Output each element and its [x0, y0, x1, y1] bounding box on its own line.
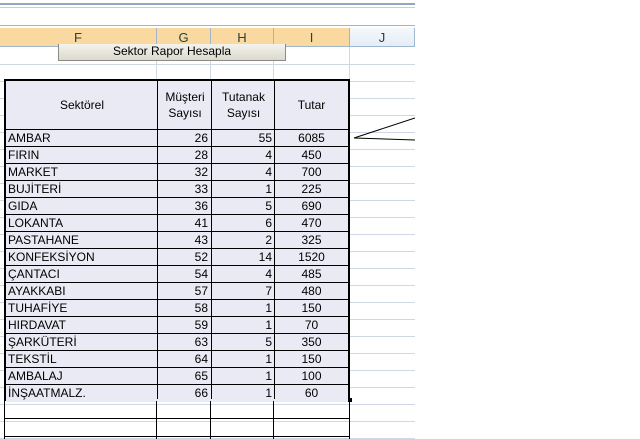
tutar-cell[interactable]: 150: [275, 300, 348, 317]
spreadsheet-area[interactable]: F G H I J Sektor Rapor Hesapla Sektörel …: [0, 0, 415, 439]
header-musteri-sayisi[interactable]: Müşteri Sayısı: [158, 81, 212, 129]
musteri-cell[interactable]: 64: [158, 351, 208, 368]
tutanak-cell[interactable]: 1: [212, 300, 272, 317]
musteri-cell[interactable]: 58: [158, 300, 208, 317]
sector-cell[interactable]: AMBAR: [8, 130, 154, 147]
table-row[interactable]: KONFEKSİYON 52 14 1520: [6, 249, 348, 266]
tutar-cell[interactable]: 70: [275, 317, 348, 334]
tutar-cell[interactable]: 150: [275, 351, 348, 368]
musteri-cell[interactable]: 52: [158, 249, 208, 266]
sector-cell[interactable]: AMBALAJ: [8, 368, 154, 385]
sector-cell[interactable]: KONFEKSİYON: [8, 249, 154, 266]
musteri-cell[interactable]: 41: [158, 215, 208, 232]
header-tutanak-sayisi[interactable]: Tutanak Sayısı: [212, 81, 275, 129]
musteri-cell[interactable]: 26: [158, 130, 208, 147]
sector-cell[interactable]: ŞARKÜTERİ: [8, 334, 154, 351]
sector-cell[interactable]: TEKSTİL: [8, 351, 154, 368]
tutar-cell[interactable]: 1520: [275, 249, 348, 266]
tutar-cell[interactable]: 690: [275, 198, 348, 215]
tutanak-cell[interactable]: 5: [212, 334, 272, 351]
sector-cell[interactable]: PASTAHANE: [8, 232, 154, 249]
sector-cell[interactable]: TUHAFİYE: [8, 300, 154, 317]
sector-cell[interactable]: LOKANTA: [8, 215, 154, 232]
tutar-cell[interactable]: 485: [275, 266, 348, 283]
table-row[interactable]: AMBAR 26 55 6085: [6, 130, 348, 147]
tutanak-cell[interactable]: 1: [212, 181, 272, 198]
sector-cell[interactable]: İNŞAATMALZ.: [8, 385, 154, 402]
tutar-cell[interactable]: 450: [275, 147, 348, 164]
musteri-cell[interactable]: 28: [158, 147, 208, 164]
callout-line: [353, 117, 415, 141]
header-tutar[interactable]: Tutar: [275, 81, 348, 129]
musteri-cell[interactable]: 36: [158, 198, 208, 215]
tutanak-cell[interactable]: 4: [212, 164, 272, 181]
table-row[interactable]: İNŞAATMALZ. 66 1 60: [6, 385, 348, 402]
musteri-cell[interactable]: 43: [158, 232, 208, 249]
sector-cell[interactable]: MARKET: [8, 164, 154, 181]
tutanak-cell[interactable]: 6: [212, 215, 272, 232]
table-row[interactable]: BUJİTERİ 33 1 225: [6, 181, 348, 198]
table-row[interactable]: AMBALAJ 65 1 100: [6, 368, 348, 385]
ribbon-edge: [0, 0, 415, 28]
sector-cell[interactable]: HIRDAVAT: [8, 317, 154, 334]
tutanak-cell[interactable]: 1: [212, 317, 272, 334]
header-sektorel[interactable]: Sektörel: [6, 81, 158, 129]
tutanak-cell[interactable]: 7: [212, 283, 272, 300]
tutanak-cell[interactable]: 5: [212, 198, 272, 215]
tutar-cell[interactable]: 325: [275, 232, 348, 249]
table-row[interactable]: TUHAFİYE 58 1 150: [6, 300, 348, 317]
tutar-cell[interactable]: 6085: [275, 130, 348, 147]
tutar-cell[interactable]: 470: [275, 215, 348, 232]
musteri-cell[interactable]: 65: [158, 368, 208, 385]
tutanak-cell[interactable]: 4: [212, 147, 272, 164]
tutar-cell[interactable]: 225: [275, 181, 348, 198]
musteri-cell[interactable]: 66: [158, 385, 208, 402]
musteri-cell[interactable]: 63: [158, 334, 208, 351]
tutanak-cell[interactable]: 14: [212, 249, 272, 266]
musteri-cell[interactable]: 59: [158, 317, 208, 334]
table-row[interactable]: ÇANTACI 54 4 485: [6, 266, 348, 283]
sector-cell[interactable]: FIRIN: [8, 147, 154, 164]
sector-cell[interactable]: BUJİTERİ: [8, 181, 154, 198]
sektor-rapor-hesapla-button[interactable]: Sektor Rapor Hesapla: [58, 44, 286, 61]
tutanak-cell[interactable]: 2: [212, 232, 272, 249]
sector-cell[interactable]: ÇANTACI: [8, 266, 154, 283]
musteri-cell[interactable]: 32: [158, 164, 208, 181]
table-row[interactable]: HIRDAVAT 59 1 70: [6, 317, 348, 334]
tutanak-cell[interactable]: 1: [212, 368, 272, 385]
tutar-cell[interactable]: 480: [275, 283, 348, 300]
tutanak-cell[interactable]: 1: [212, 351, 272, 368]
tutar-cell[interactable]: 350: [275, 334, 348, 351]
musteri-cell[interactable]: 57: [158, 283, 208, 300]
sector-cell[interactable]: GIDA: [8, 198, 154, 215]
table-row[interactable]: TEKSTİL 64 1 150: [6, 351, 348, 368]
table-row[interactable]: ŞARKÜTERİ 63 5 350: [6, 334, 348, 351]
column-header-j[interactable]: J: [350, 28, 415, 47]
tutanak-cell[interactable]: 4: [212, 266, 272, 283]
tutanak-cell[interactable]: 55: [212, 130, 272, 147]
table-row[interactable]: MARKET 32 4 700: [6, 164, 348, 181]
tutanak-cell[interactable]: 1: [212, 385, 272, 402]
sector-cell[interactable]: AYAKKABI: [8, 283, 154, 300]
musteri-cell[interactable]: 33: [158, 181, 208, 198]
table-row[interactable]: FIRIN 28 4 450: [6, 147, 348, 164]
tutar-cell[interactable]: 60: [275, 385, 348, 402]
musteri-cell[interactable]: 54: [158, 266, 208, 283]
table-row[interactable]: LOKANTA 41 6 470: [6, 215, 348, 232]
table-row[interactable]: AYAKKABI 57 7 480: [6, 283, 348, 300]
sector-report-table: Sektörel Müşteri Sayısı Tutanak Sayısı T…: [4, 79, 350, 402]
table-row[interactable]: GIDA 36 5 690: [6, 198, 348, 215]
tutar-cell[interactable]: 100: [275, 368, 348, 385]
tutar-cell[interactable]: 700: [275, 164, 348, 181]
table-row[interactable]: PASTAHANE 43 2 325: [6, 232, 348, 249]
